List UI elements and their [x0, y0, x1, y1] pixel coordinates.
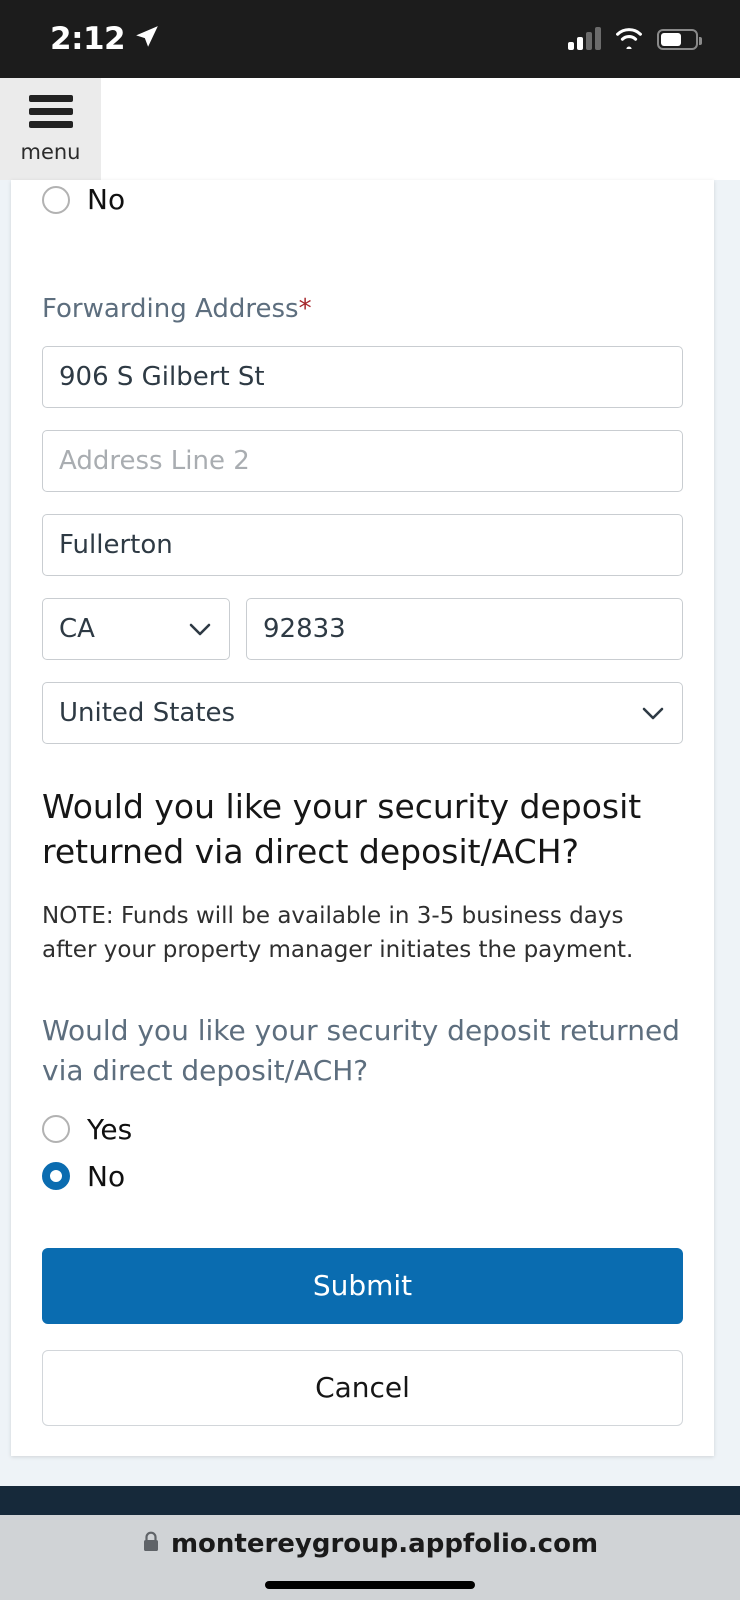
deposit-option-no[interactable]: No	[42, 1160, 683, 1193]
menu-button-label: menu	[20, 139, 81, 164]
radio-label: No	[87, 183, 126, 216]
hamburger-menu-icon	[28, 94, 73, 128]
forwarding-address-label-text: Forwarding Address	[42, 294, 299, 324]
home-indicator	[265, 1581, 475, 1589]
radio-label: Yes	[87, 1112, 133, 1146]
wifi-icon	[614, 26, 644, 53]
state-zip-row: CA 92833	[42, 598, 683, 660]
radio-indicator[interactable]	[42, 1115, 70, 1144]
address-line1-input[interactable]: 906 S Gilbert St	[42, 346, 683, 408]
lock-icon	[142, 1531, 160, 1557]
menu-button[interactable]: menu	[0, 78, 101, 180]
chevron-down-icon	[189, 614, 211, 644]
battery-icon	[657, 28, 702, 50]
address-state-select[interactable]: CA	[42, 598, 230, 660]
submit-button[interactable]: Submit	[42, 1247, 683, 1324]
address-zip-input[interactable]: 92833	[246, 598, 683, 660]
radio-label: No	[87, 1159, 126, 1193]
address-country-value: United States	[59, 698, 236, 728]
deposit-radio-group: Yes No	[42, 1113, 683, 1193]
cancel-button[interactable]: Cancel	[42, 1349, 683, 1426]
deposit-note-text: NOTE: Funds will be available in 3-5 bus…	[42, 903, 634, 963]
status-bar-right	[568, 26, 702, 53]
browser-bottom-bar: montereygroup.appfolio.com	[0, 1515, 740, 1600]
page-footer-strip	[0, 1486, 740, 1515]
deposit-option-yes[interactable]: Yes	[42, 1113, 683, 1146]
address-country-select[interactable]: United States	[42, 682, 683, 744]
url-text: montereygroup.appfolio.com	[170, 1529, 599, 1559]
deposit-sub-question-label: Would you like your security deposit ret…	[42, 1014, 680, 1087]
cellular-signal-icon	[568, 27, 601, 50]
address-state-value: CA	[59, 614, 95, 644]
radio-indicator-selected[interactable]	[42, 1162, 70, 1191]
address-city-input[interactable]: Fullerton	[42, 514, 683, 576]
ios-status-bar: 2:12	[0, 0, 740, 78]
deposit-question-heading: Would you like your security deposit ret…	[42, 787, 642, 872]
status-bar-left: 2:12	[50, 21, 160, 57]
mobile-screen: 2:12 menu No Forwarding Address* 906 S G…	[0, 0, 740, 1600]
url-bar[interactable]: montereygroup.appfolio.com	[142, 1529, 598, 1559]
chevron-down-icon	[642, 698, 664, 728]
status-bar-clock: 2:12	[50, 21, 126, 57]
address-line2-input[interactable]: Address Line 2	[42, 430, 683, 492]
required-asterisk: *	[298, 294, 312, 324]
previous-question-radio-no[interactable]: No	[42, 183, 683, 216]
radio-indicator[interactable]	[42, 185, 70, 214]
form-card: No Forwarding Address* 906 S Gilbert St …	[11, 180, 714, 1456]
site-header: menu	[0, 78, 740, 180]
location-arrow-icon	[134, 24, 160, 54]
forwarding-address-label: Forwarding Address*	[42, 294, 683, 324]
